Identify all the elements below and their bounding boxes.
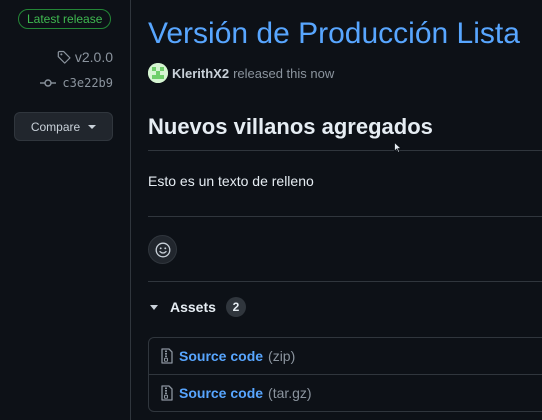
author-link[interactable]: KlerithX2 xyxy=(172,66,229,81)
git-commit-icon xyxy=(40,79,57,87)
asset-item[interactable]: Source code (tar.gz) xyxy=(149,374,542,411)
file-zip-icon xyxy=(161,385,173,401)
mouse-cursor-icon xyxy=(394,142,402,154)
compare-label: Compare xyxy=(30,119,81,134)
asset-ext: (zip) xyxy=(268,348,296,364)
release-tag[interactable]: v2.0.0 xyxy=(57,49,113,65)
add-reaction-button[interactable] xyxy=(148,235,177,264)
asset-link[interactable]: Source code xyxy=(179,385,263,401)
triangle-down-icon xyxy=(88,125,97,129)
release-author-row: KlerithX2 released this now xyxy=(148,63,334,83)
avatar[interactable] xyxy=(148,63,168,83)
triangle-down-icon xyxy=(150,304,158,310)
sidebar-divider xyxy=(130,0,131,420)
compare-button[interactable]: Compare xyxy=(14,112,113,141)
commit-hash: c3e22b9 xyxy=(62,76,113,90)
tag-label: v2.0.0 xyxy=(74,49,113,65)
assets-list: Source code (zip) Source code (tar.gz) xyxy=(148,337,542,412)
release-title[interactable]: Versión de Producción Lista xyxy=(148,14,520,54)
assets-label: Assets xyxy=(170,299,216,315)
release-notes-body: Esto es un texto de relleno xyxy=(148,173,314,189)
release-page: Latest release v2.0.0 c3e22b9 Compare Ve… xyxy=(0,0,542,420)
file-zip-icon xyxy=(161,348,173,364)
body-divider xyxy=(148,216,542,217)
heading-divider xyxy=(148,150,542,151)
release-commit[interactable]: c3e22b9 xyxy=(40,76,113,90)
released-text: released this now xyxy=(233,65,335,81)
tag-icon xyxy=(57,50,71,64)
assets-toggle[interactable]: Assets 2 xyxy=(150,297,246,317)
release-sidebar: Latest release v2.0.0 c3e22b9 Compare xyxy=(0,0,130,420)
assets-count-badge: 2 xyxy=(225,297,246,317)
asset-link[interactable]: Source code xyxy=(179,348,263,364)
smiley-icon xyxy=(155,242,170,257)
asset-item[interactable]: Source code (zip) xyxy=(149,338,542,374)
latest-release-badge: Latest release xyxy=(18,9,112,29)
release-notes-heading: Nuevos villanos agregados xyxy=(148,114,433,139)
asset-ext: (tar.gz) xyxy=(268,385,312,401)
assets-divider xyxy=(148,281,542,282)
